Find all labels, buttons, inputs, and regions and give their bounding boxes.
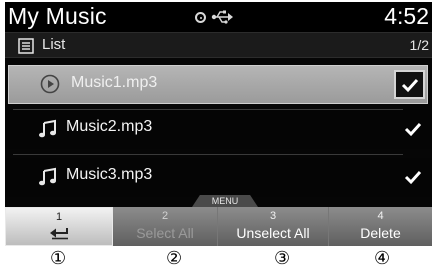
music-note-icon bbox=[39, 119, 56, 138]
row-divider bbox=[13, 154, 403, 155]
select-all-button[interactable]: 2 Select All bbox=[113, 207, 218, 246]
track-name: Music2.mp3 bbox=[66, 118, 153, 135]
back-arrow-icon bbox=[50, 228, 68, 240]
menu-label: MENU bbox=[211, 196, 239, 206]
callout-3: ③ bbox=[274, 248, 291, 269]
list-item-music2[interactable]: Music2.mp3 bbox=[5, 110, 432, 149]
softkey-label: Select All bbox=[136, 225, 194, 241]
softkey-label: Unselect All bbox=[236, 225, 310, 241]
menu-tab[interactable]: MENU bbox=[192, 195, 258, 207]
callout-1: ① bbox=[50, 248, 67, 269]
unselect-all-button[interactable]: 3 Unselect All bbox=[218, 207, 329, 246]
list-item-music1[interactable]: Music1.mp3 bbox=[8, 65, 428, 104]
track-checkbox[interactable] bbox=[394, 70, 425, 99]
app-title: My Music bbox=[8, 3, 107, 29]
softkey-number: 1 bbox=[55, 211, 63, 223]
softkey-label: Delete bbox=[360, 225, 401, 241]
checkmark-icon bbox=[401, 78, 418, 92]
list-item-music3[interactable]: Music3.mp3 bbox=[5, 158, 432, 197]
callout-2: ② bbox=[166, 248, 183, 269]
track-name: Music1.mp3 bbox=[71, 74, 158, 91]
track-checkbox[interactable] bbox=[402, 166, 424, 188]
softkey-number: 4 bbox=[377, 210, 384, 222]
play-icon bbox=[40, 74, 60, 94]
checkmark-icon bbox=[404, 170, 422, 185]
page-indicator: 1/2 bbox=[409, 37, 429, 53]
music-screen: My Music 4:52 List 1/2 Music1.mp3 Music2… bbox=[5, 2, 432, 246]
list-label: List bbox=[42, 36, 66, 53]
usb-icon bbox=[211, 10, 233, 24]
checkmark-icon bbox=[404, 122, 422, 137]
softkey-number: 3 bbox=[269, 210, 277, 222]
callout-4: ④ bbox=[374, 248, 391, 269]
track-name: Music3.mp3 bbox=[66, 166, 153, 183]
clock: 4:52 bbox=[384, 3, 429, 29]
music-note-icon bbox=[39, 167, 56, 186]
back-button[interactable]: 1 bbox=[5, 207, 113, 246]
status-bar: My Music 4:52 bbox=[5, 2, 432, 32]
disc-icon bbox=[195, 12, 206, 23]
softkey-number: 2 bbox=[161, 210, 169, 222]
delete-button[interactable]: 4 Delete bbox=[329, 207, 432, 246]
list-icon bbox=[18, 38, 34, 54]
list-header: List 1/2 bbox=[5, 32, 432, 58]
track-checkbox[interactable] bbox=[402, 118, 424, 140]
softkey-bar: 1 2 Select All 3 Unselect All 4 Delete bbox=[5, 207, 432, 246]
